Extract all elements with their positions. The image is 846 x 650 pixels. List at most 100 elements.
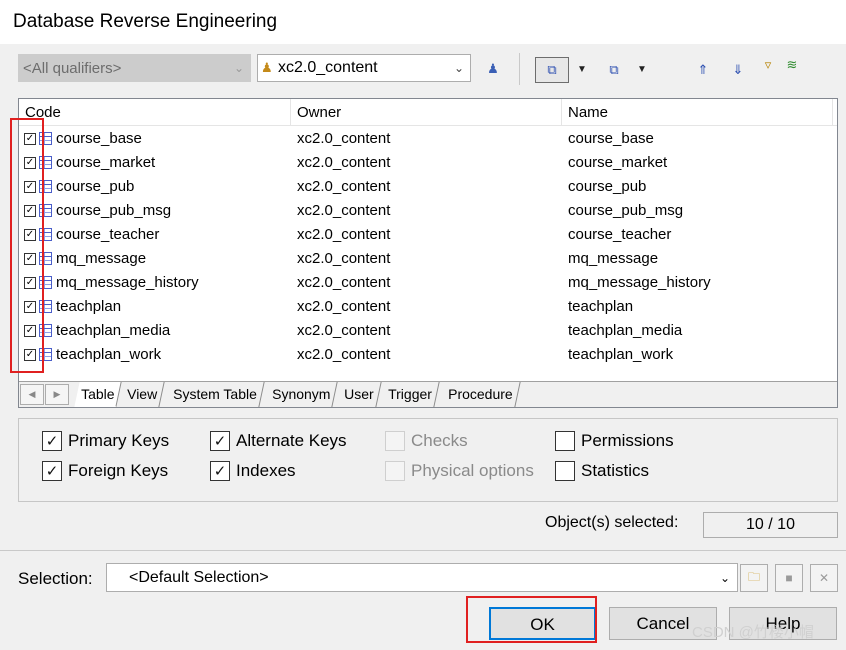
scroll-left-icon[interactable]: ◀	[20, 384, 44, 405]
indexes-option[interactable]: ✓ Indexes	[210, 460, 296, 482]
checkbox[interactable]	[555, 461, 575, 481]
title-bar: Database Reverse Engineering	[0, 0, 846, 44]
table-row[interactable]: ✓ course_teacher xc2.0_content course_teach…	[19, 223, 837, 247]
tab-trigger[interactable]: Trigger	[381, 382, 440, 407]
checkbox[interactable]: ✓	[42, 461, 62, 481]
user-connect-icon[interactable]: ♟	[480, 56, 506, 82]
foreign-keys-option[interactable]: ✓ Foreign Keys	[42, 460, 168, 482]
checks-option: Checks	[385, 430, 468, 452]
table-icon	[39, 324, 52, 337]
cell-owner: xc2.0_content	[297, 178, 391, 195]
move-up-icon[interactable]: ⇑	[690, 57, 716, 83]
window-title: Database Reverse Engineering	[13, 11, 278, 32]
checkbox[interactable]	[555, 431, 575, 451]
deselect-icon[interactable]: ⧉	[601, 57, 627, 83]
chevron-down-icon: ⌄	[719, 570, 731, 585]
object-list[interactable]: Code Owner Name ✓ course_base xc2.0_conten…	[18, 98, 838, 408]
table-row[interactable]: ✓ teachplan_media xc2.0_content teachplan_m…	[19, 319, 837, 343]
object-type-tabs: ◀ ▶ Table View System Table Synonym User…	[19, 381, 837, 407]
checkbox	[385, 461, 405, 481]
option-label: Primary Keys	[68, 431, 170, 450]
checkbox	[385, 431, 405, 451]
select-all-icon[interactable]: ⧉	[535, 57, 569, 83]
chevron-down-icon: ⌄	[453, 61, 465, 75]
move-down-icon[interactable]: ⇓	[725, 57, 751, 83]
owner-combo-text: xc2.0_content	[278, 59, 378, 76]
row-checkbox[interactable]: ✓	[24, 301, 36, 313]
qualifier-combo: <All qualifiers> ⌄	[18, 54, 251, 82]
checkbox[interactable]: ✓	[210, 431, 230, 451]
table-row[interactable]: ✓ course_market xc2.0_content course_market	[19, 151, 837, 175]
row-checkbox[interactable]: ✓	[24, 181, 36, 193]
permissions-option[interactable]: Permissions	[555, 430, 674, 452]
table-row[interactable]: ✓ mq_message_history xc2.0_content mq_messa…	[19, 271, 837, 295]
primary-keys-option[interactable]: ✓ Primary Keys	[42, 430, 169, 452]
row-checkbox[interactable]: ✓	[24, 229, 36, 241]
alternate-keys-option[interactable]: ✓ Alternate Keys	[210, 430, 347, 452]
tab-table[interactable]: Table	[74, 382, 123, 407]
tab-user[interactable]: User	[337, 382, 382, 407]
checkbox[interactable]: ✓	[42, 431, 62, 451]
cell-name: teachplan_work	[568, 346, 674, 363]
objects-selected-label: Object(s) selected:	[545, 514, 679, 531]
table-row[interactable]: ✓ course_pub_msg xc2.0_content course_pub_m…	[19, 199, 837, 223]
column-header-owner[interactable]: Owner	[291, 99, 562, 126]
dropdown-arrow-icon[interactable]: ▼	[577, 64, 587, 75]
row-checkbox[interactable]: ✓	[24, 277, 36, 289]
option-label: Alternate Keys	[236, 431, 347, 450]
table-row[interactable]: ✓ course_pub xc2.0_content course_pub	[19, 175, 837, 199]
option-label: Foreign Keys	[68, 461, 169, 480]
table-row[interactable]: ✓ mq_message xc2.0_content mq_message	[19, 247, 837, 271]
cell-owner: xc2.0_content	[297, 130, 391, 147]
selection-combo[interactable]: <Default Selection> ⌄	[106, 563, 738, 592]
filter-icon[interactable]: ▿	[755, 52, 781, 78]
row-checkbox[interactable]: ✓	[24, 325, 36, 337]
list-header: Code Owner Name	[19, 99, 837, 126]
row-checkbox[interactable]: ✓	[24, 349, 36, 361]
options-group: ✓ Primary Keys ✓ Foreign Keys ✓ Alternate K…	[18, 418, 838, 502]
row-checkbox[interactable]: ✓	[24, 133, 36, 145]
checkbox[interactable]: ✓	[210, 461, 230, 481]
cell-code: course_pub	[56, 178, 135, 195]
cell-owner: xc2.0_content	[297, 154, 391, 171]
save-icon: ■	[775, 564, 803, 592]
cell-name: mq_message	[568, 250, 659, 267]
table-row[interactable]: ✓ teachplan_work xc2.0_content teachplan_wo…	[19, 343, 837, 367]
table-icon	[39, 252, 52, 265]
cell-code: course_market	[56, 154, 156, 171]
option-label: Physical options	[411, 461, 534, 480]
cell-owner: xc2.0_content	[297, 226, 391, 243]
statistics-option[interactable]: Statistics	[555, 460, 649, 482]
cell-code: course_base	[56, 130, 142, 147]
cell-code: mq_message	[56, 250, 147, 267]
cell-owner: xc2.0_content	[297, 202, 391, 219]
cell-owner: xc2.0_content	[297, 346, 391, 363]
row-checkbox[interactable]: ✓	[24, 157, 36, 169]
cell-name: mq_message_history	[568, 274, 711, 291]
cell-name: course_pub	[568, 178, 647, 195]
ok-button[interactable]: OK	[489, 607, 596, 640]
column-header-name[interactable]: Name	[562, 99, 833, 126]
cell-name: teachplan	[568, 298, 634, 315]
cell-name: course_teacher	[568, 226, 672, 243]
row-checkbox[interactable]: ✓	[24, 205, 36, 217]
dropdown-arrow-icon[interactable]: ▼	[637, 64, 647, 75]
option-label: Statistics	[581, 461, 650, 480]
tab-system-table[interactable]: System Table	[166, 382, 265, 407]
column-header-code[interactable]: Code	[19, 99, 291, 126]
owner-combo[interactable]: ♟ xc2.0_content ⌄	[257, 54, 471, 82]
scroll-right-icon[interactable]: ▶	[45, 384, 69, 405]
tab-procedure[interactable]: Procedure	[441, 382, 521, 407]
filter-clear-icon[interactable]: ≋	[779, 52, 805, 78]
table-row[interactable]: ✓ course_base xc2.0_content course_base	[19, 127, 837, 151]
folder-icon[interactable]: 🗀	[740, 564, 768, 592]
table-row[interactable]: ✓ teachplan xc2.0_content teachplan	[19, 295, 837, 319]
row-checkbox[interactable]: ✓	[24, 253, 36, 265]
objects-selected-count: 10 / 10	[703, 512, 838, 538]
tab-view[interactable]: View	[120, 382, 165, 407]
cell-name: teachplan_media	[568, 322, 683, 339]
option-label: Permissions	[581, 431, 674, 450]
toolbar-separator	[519, 53, 520, 85]
cell-code: teachplan_work	[56, 346, 162, 363]
tab-synonym[interactable]: Synonym	[265, 382, 339, 407]
